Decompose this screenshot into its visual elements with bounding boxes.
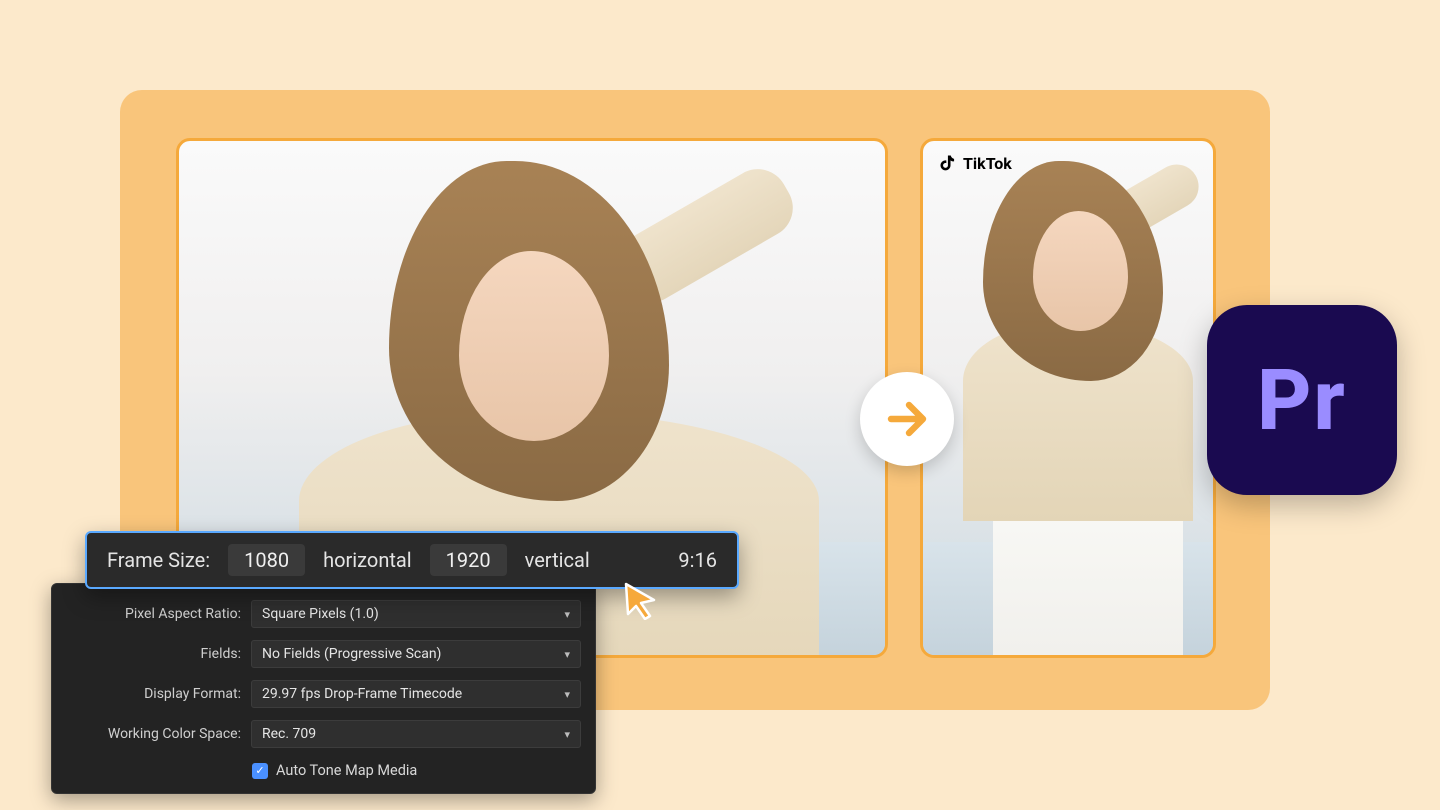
auto-tone-row: ✓ Auto Tone Map Media — [52, 754, 595, 793]
display-format-row: Display Format: 29.97 fps Drop-Frame Tim… — [52, 674, 595, 714]
horizontal-label: horizontal — [323, 548, 412, 572]
target-thumbnail: TikTok — [920, 138, 1216, 658]
pixel-aspect-label: Pixel Aspect Ratio: — [66, 606, 241, 622]
arrow-right-icon — [883, 395, 931, 443]
premiere-pro-logo: Pr — [1207, 305, 1397, 495]
arrow-circle — [860, 372, 954, 466]
auto-tone-checkbox[interactable]: ✓ — [252, 763, 268, 779]
premiere-pro-text: Pr — [1257, 351, 1347, 450]
color-space-value: Rec. 709 — [262, 726, 316, 742]
pixel-aspect-select[interactable]: Square Pixels (1.0) ▾ — [251, 600, 581, 628]
fields-label: Fields: — [66, 646, 241, 662]
cursor-pointer-icon — [620, 580, 660, 624]
chevron-down-icon: ▾ — [564, 608, 570, 621]
display-format-value: 29.97 fps Drop-Frame Timecode — [262, 686, 462, 702]
fields-row: Fields: No Fields (Progressive Scan) ▾ — [52, 634, 595, 674]
tiktok-label: TikTok — [963, 154, 1012, 173]
frame-size-label: Frame Size: — [107, 548, 210, 572]
display-format-label: Display Format: — [66, 686, 241, 702]
chevron-down-icon: ▾ — [564, 728, 570, 741]
display-format-select[interactable]: 29.97 fps Drop-Frame Timecode ▾ — [251, 680, 581, 708]
auto-tone-label: Auto Tone Map Media — [276, 762, 417, 779]
fields-select[interactable]: No Fields (Progressive Scan) ▾ — [251, 640, 581, 668]
pixel-aspect-row: Pixel Aspect Ratio: Square Pixels (1.0) … — [52, 594, 595, 634]
color-space-label: Working Color Space: — [66, 726, 241, 742]
aspect-ratio-readout: 9:16 — [678, 548, 717, 572]
chevron-down-icon: ▾ — [564, 648, 570, 661]
vertical-label: vertical — [525, 548, 590, 572]
pixel-aspect-value: Square Pixels (1.0) — [262, 606, 379, 622]
tiktok-icon — [937, 153, 957, 173]
tiktok-badge: TikTok — [937, 153, 1012, 173]
color-space-row: Working Color Space: Rec. 709 ▾ — [52, 714, 595, 754]
fields-value: No Fields (Progressive Scan) — [262, 646, 441, 662]
color-space-select[interactable]: Rec. 709 ▾ — [251, 720, 581, 748]
frame-width-input[interactable]: 1080 — [228, 544, 305, 576]
chevron-down-icon: ▾ — [564, 688, 570, 701]
frame-height-input[interactable]: 1920 — [430, 544, 507, 576]
sequence-settings-panel: Pixel Aspect Ratio: Square Pixels (1.0) … — [51, 583, 596, 794]
